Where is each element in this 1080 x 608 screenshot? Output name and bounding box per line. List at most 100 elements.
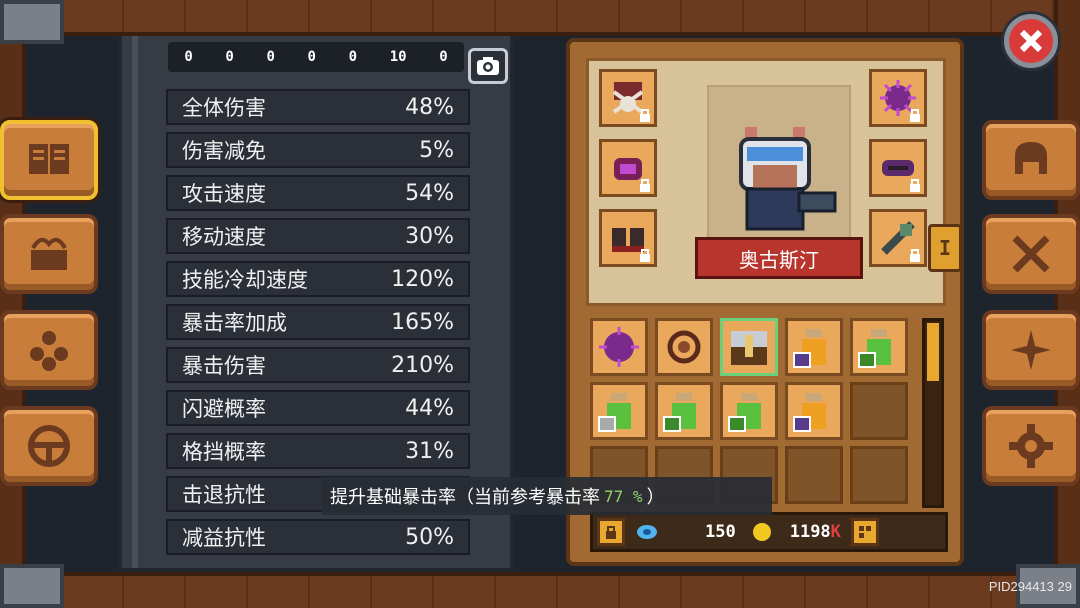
stat-label: 暴击率加成 (182, 311, 287, 335)
star-icon (1011, 330, 1051, 370)
stat-label: 闪避概率 (182, 397, 266, 421)
character-portrait-area: 奥古斯汀 (586, 58, 946, 306)
lock-icon (640, 109, 650, 122)
book-icon (29, 144, 69, 174)
character-sprite-icon (739, 127, 837, 231)
lock-icon (910, 179, 920, 192)
stat-row[interactable]: 暴击伤害 210% (166, 347, 470, 383)
helmet-tab-button[interactable] (982, 120, 1080, 200)
frame-bottom (0, 572, 1080, 608)
player-id: PID294413 29 (989, 579, 1072, 594)
stat-label: 伤害减免 (182, 139, 266, 163)
lock-icon (640, 179, 650, 192)
lock-icon (910, 109, 920, 122)
version-text: 29 (1057, 579, 1072, 594)
page-tab-marker[interactable]: I (928, 224, 962, 272)
page-tab-label: I (938, 236, 952, 260)
lock-icon (640, 249, 650, 262)
crossed-swords-icon (1012, 235, 1050, 273)
stat-label: 攻击速度 (182, 182, 266, 206)
stat-label: 暴击伤害 (182, 354, 266, 378)
stat-row[interactable]: 技能冷却速度 120% (166, 261, 470, 297)
settings-tab-button[interactable] (0, 406, 98, 486)
counter-bar: 0 0 0 0 0 10 0 (168, 42, 464, 72)
stat-label: 击退抗性 (182, 483, 266, 507)
equip-slot-boots[interactable] (599, 209, 657, 267)
stat-value: 31% (405, 438, 454, 464)
sort-button[interactable] (850, 518, 879, 546)
stat-row[interactable]: 攻击速度 54% (166, 175, 470, 211)
camera-icon (477, 57, 499, 75)
stat-row[interactable]: 格挡概率 31% (166, 433, 470, 469)
stat-row[interactable]: 闪避概率 44% (166, 390, 470, 426)
equip-slot-accessory[interactable] (869, 69, 927, 127)
gold-suffix: K (830, 522, 841, 542)
equip-slot-weapon[interactable] (869, 209, 927, 267)
tooltip-text: 提升基础暴击率（当前参考暴击率 (330, 487, 600, 508)
equip-slot-helmet[interactable] (599, 69, 657, 127)
stat-label: 全体伤害 (182, 96, 266, 120)
frame-right (1054, 0, 1080, 608)
grid-icon (858, 526, 871, 538)
inventory-slot[interactable] (785, 446, 843, 504)
stat-value: 50% (405, 524, 454, 550)
stat-label: 减益抗性 (182, 526, 266, 550)
inventory-slot[interactable] (850, 446, 908, 504)
inventory-slot[interactable] (785, 382, 843, 440)
inventory-slot[interactable] (655, 318, 713, 376)
gear-icon (1009, 424, 1053, 468)
inventory-slot[interactable] (850, 382, 908, 440)
green-potion-icon (858, 329, 891, 368)
stat-row[interactable]: 减益抗性 50% (166, 519, 470, 555)
stat-label: 技能冷却速度 (182, 268, 308, 292)
character-name-banner: 奥古斯汀 (695, 237, 863, 279)
scrollbar-thumb[interactable] (927, 323, 939, 381)
inventory-slot[interactable] (720, 382, 778, 440)
currency-bar: 150 1198 K (590, 512, 948, 552)
skills-tab-button[interactable] (0, 310, 98, 390)
stat-label: 移动速度 (182, 225, 266, 249)
stat-value: 48% (405, 94, 454, 120)
equip-slot-belt[interactable] (869, 139, 927, 197)
stat-row[interactable]: 移动速度 30% (166, 218, 470, 254)
stat-row[interactable]: 全体伤害 48% (166, 89, 470, 125)
stat-value: 54% (405, 180, 454, 206)
book-tab-button[interactable] (0, 120, 98, 200)
orbs-icon (30, 331, 68, 371)
inventory-slot[interactable] (850, 318, 908, 376)
lock-icon (910, 249, 920, 262)
frame-corner (0, 0, 64, 44)
screenshot-button[interactable] (468, 48, 508, 84)
inventory-scrollbar[interactable] (922, 318, 944, 508)
equip-slot-armor[interactable] (599, 139, 657, 197)
frame-left (0, 0, 26, 608)
counter-value: 0 (225, 49, 234, 65)
orange-potion-icon (793, 329, 826, 368)
talent-tab-button[interactable] (982, 310, 1080, 390)
stat-row[interactable]: 暴击率加成 165% (166, 304, 470, 340)
inventory-slot[interactable] (590, 382, 648, 440)
stat-value: 165% (391, 309, 454, 335)
orange-potion-icon (793, 393, 826, 432)
stat-value: 44% (405, 395, 454, 421)
inventory-slot[interactable] (590, 318, 648, 376)
lock-toggle-button[interactable] (597, 518, 625, 546)
stat-value: 120% (391, 266, 454, 292)
helmet-icon (1015, 142, 1047, 174)
stat-value: 210% (391, 352, 454, 378)
chest-icon (31, 237, 67, 270)
inventory-slot[interactable] (655, 382, 713, 440)
inventory-slot[interactable] (785, 318, 843, 376)
swirl-ring-icon (667, 330, 701, 364)
gem-count: 150 (705, 522, 736, 542)
gem-icon (637, 525, 657, 539)
weapons-tab-button[interactable] (982, 214, 1080, 294)
chest-tab-button[interactable] (0, 214, 98, 294)
inventory-slot[interactable] (720, 318, 778, 376)
tooltip-value: 77 % (604, 486, 643, 506)
gear-tab-button[interactable] (982, 406, 1080, 486)
close-button[interactable] (1004, 14, 1058, 68)
stat-value: 5% (419, 137, 454, 163)
close-icon (1019, 29, 1043, 53)
stat-row[interactable]: 伤害减免 5% (166, 132, 470, 168)
